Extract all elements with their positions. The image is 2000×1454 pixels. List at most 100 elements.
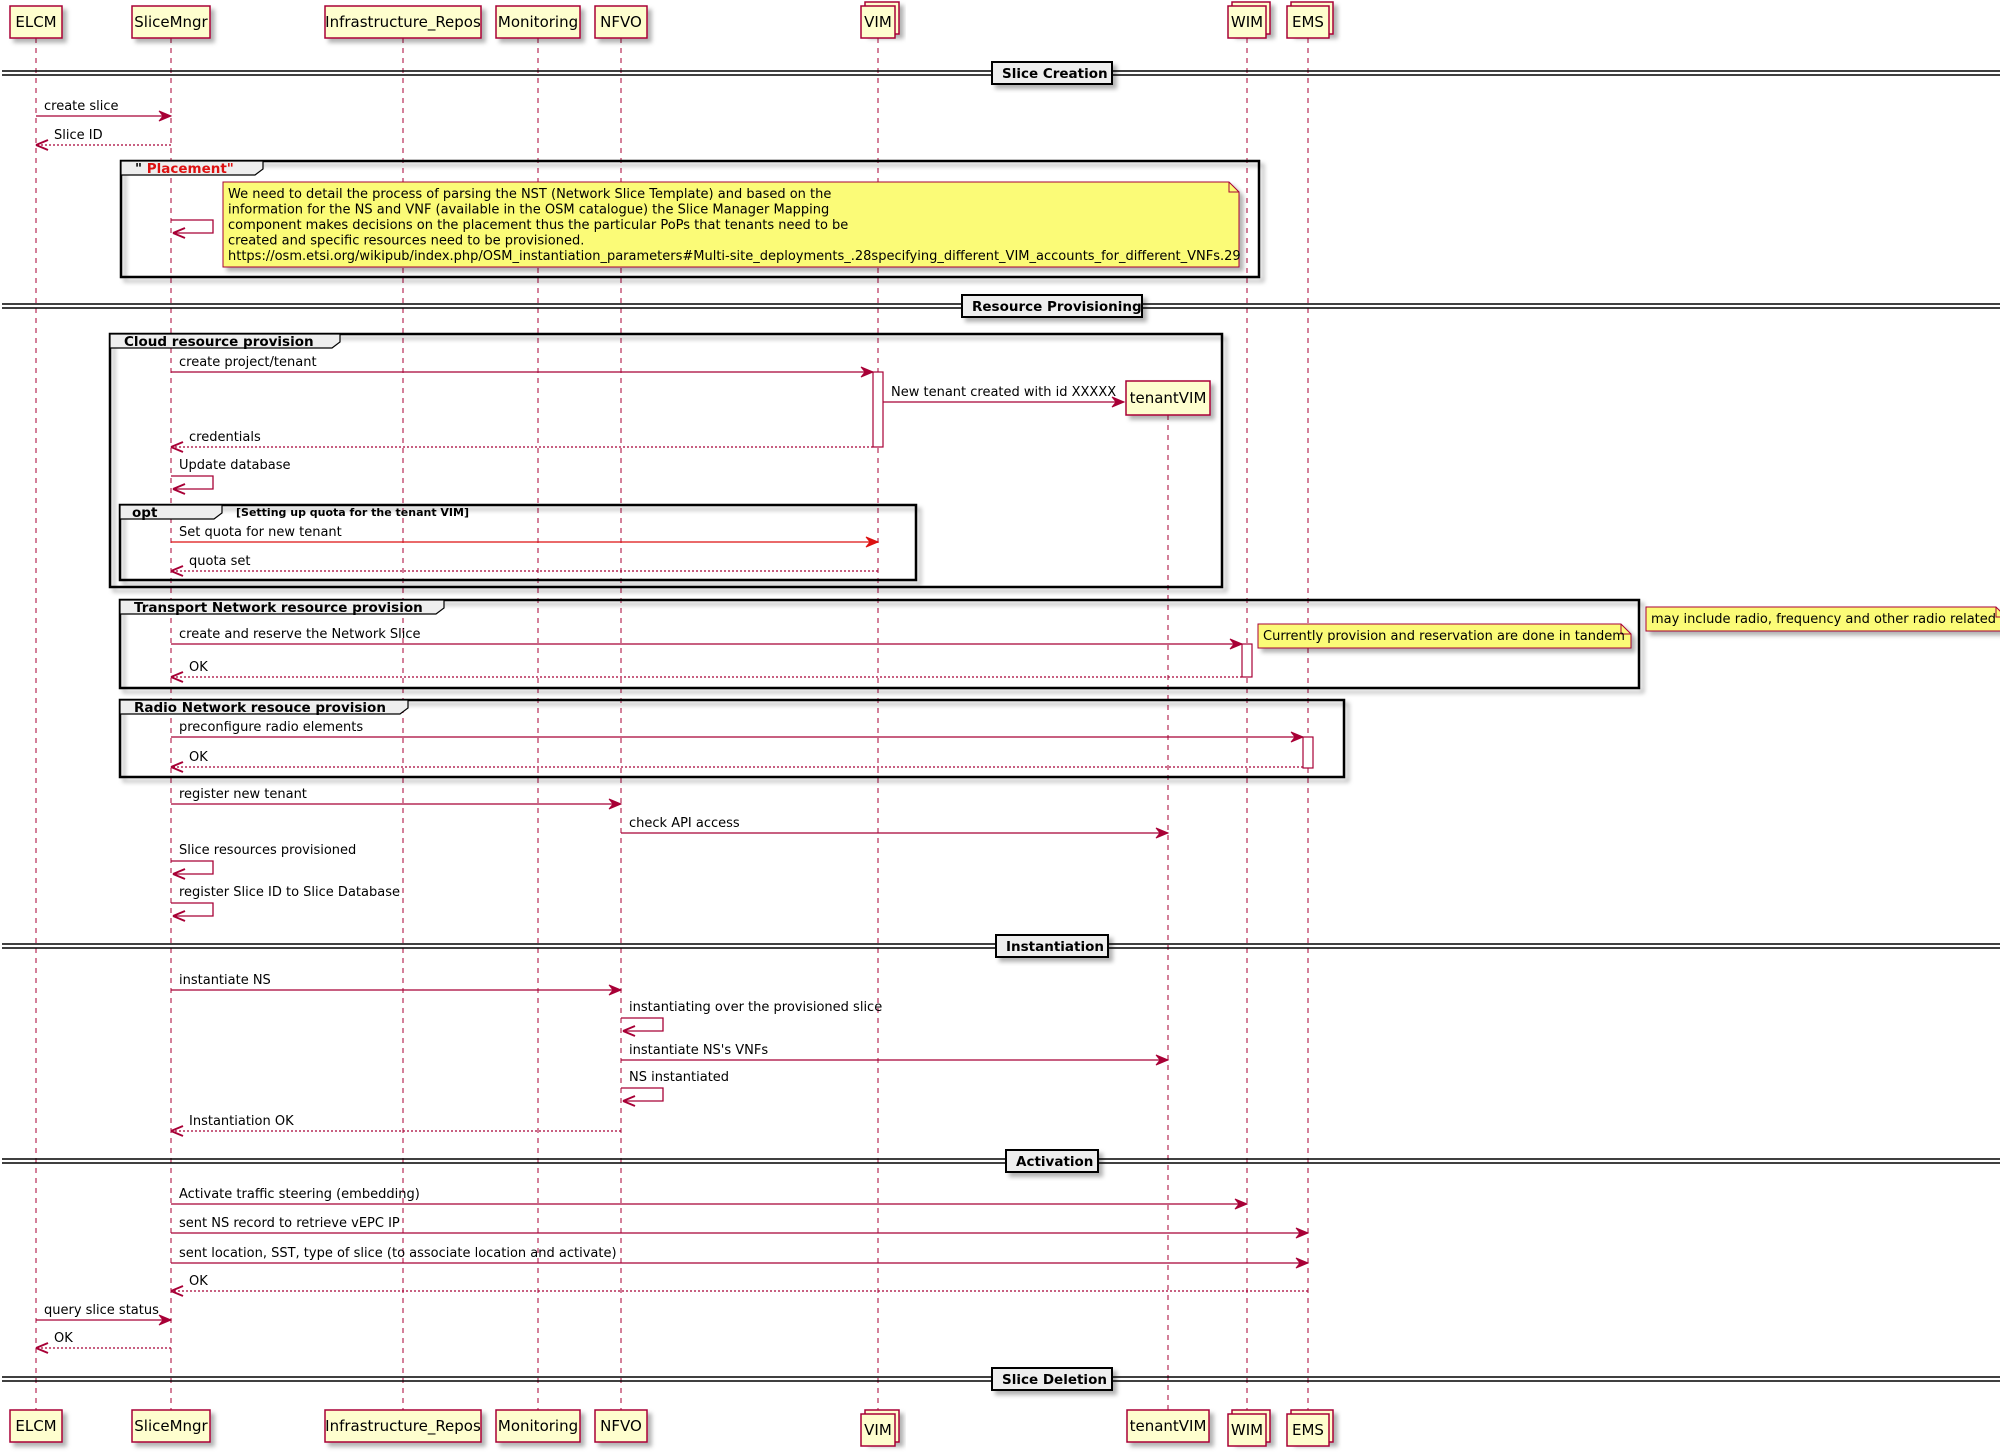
participant-label: Infrastructure_Repos	[325, 13, 481, 32]
message-15: check API access	[621, 816, 1170, 839]
activation-bar	[1302, 736, 1314, 769]
divider-instantiation: Instantiation	[2, 934, 2000, 958]
message-label: create project/tenant	[179, 355, 317, 370]
message-10: create and reserve the Network Slice	[171, 627, 1244, 650]
participant-elcm-bottom[interactable]: ELCM	[9, 1409, 63, 1443]
divider-label: Activation	[1016, 1154, 1093, 1170]
message-19: instantiating over the provisioned slice	[621, 1000, 882, 1037]
note-line: We need to detail the process of parsing…	[228, 187, 831, 202]
message-label: preconfigure radio elements	[179, 720, 363, 735]
note-3: may include radio, frequency and other r…	[1645, 606, 2000, 632]
message-label: credentials	[189, 430, 261, 445]
message-label: register new tenant	[179, 787, 307, 802]
participant-slicemngr-top[interactable]: SliceMngr	[131, 5, 211, 39]
notes: We need to detail the process of parsing…	[222, 181, 2000, 649]
message-21: NS instantiated	[621, 1070, 729, 1107]
message-7: Update database	[171, 458, 290, 495]
message-18: instantiate NS	[171, 973, 623, 996]
note-line: https://osm.etsi.org/wikipub/index.php/O…	[228, 249, 1241, 264]
participant-label: ELCM	[15, 1417, 56, 1435]
message-label: instantiate NS	[179, 973, 271, 988]
message-label: register Slice ID to Slice Database	[179, 885, 400, 900]
group-frame-5: Radio Network resouce provision	[118, 698, 1346, 779]
message-16: Slice resources provisioned	[171, 843, 356, 880]
message-3	[171, 219, 214, 239]
participant-label: Infrastructure_Repos	[325, 1417, 481, 1436]
participant-tenantvim-created[interactable]: tenantVIM	[1125, 380, 1211, 416]
group-condition: [Setting up quota for the tenant VIM]	[236, 506, 469, 519]
divider-label: Slice Creation	[1002, 66, 1108, 82]
message-26: OK	[170, 1274, 1308, 1297]
note-line: information for the NS and VNF (availabl…	[228, 203, 829, 218]
group-title-quote: "	[135, 161, 147, 177]
participant-ems-bottom[interactable]: EMS	[1286, 1409, 1334, 1447]
divider-slice-creation: Slice Creation	[2, 61, 2000, 85]
divider-label: Resource Provisioning	[972, 299, 1142, 315]
participant-label: NFVO	[600, 1417, 642, 1435]
group-title: Transport Network resource provision	[134, 600, 423, 616]
participant-label: SliceMngr	[134, 1417, 208, 1435]
group-title: Cloud resource provision	[124, 334, 314, 350]
message-label: OK	[189, 1274, 208, 1289]
message-label: Set quota for new tenant	[179, 525, 342, 540]
participant-ems-top[interactable]: EMS	[1286, 1, 1334, 39]
arrow-head	[170, 1285, 184, 1297]
message-5: New tenant created with id XXXXX	[883, 385, 1126, 408]
message-label: instantiate NS's VNFs	[629, 1043, 768, 1058]
divider-activation: Activation	[2, 1149, 2000, 1173]
participant-wim-bottom[interactable]: WIM	[1227, 1409, 1271, 1447]
participant-label: tenantVIM	[1130, 389, 1207, 407]
participant-label: VIM	[864, 13, 892, 31]
message-28: OK	[35, 1331, 171, 1354]
message-12: preconfigure radio elements	[171, 720, 1305, 743]
message-25: sent location, SST, type of slice (to as…	[171, 1246, 1310, 1269]
participant-label: EMS	[1292, 1421, 1324, 1439]
message-20: instantiate NS's VNFs	[621, 1043, 1170, 1066]
participant-monitoring-top[interactable]: Monitoring	[495, 5, 581, 39]
message-label: create slice	[44, 99, 119, 114]
message-11: OK	[170, 660, 1242, 683]
participant-vim-bottom[interactable]: VIM	[860, 1409, 900, 1447]
message-6: credentials	[170, 430, 873, 453]
participant-infrastructure_repos-top[interactable]: Infrastructure_Repos	[324, 5, 482, 39]
message-14: register new tenant	[171, 787, 623, 810]
activation-bar	[1241, 643, 1253, 678]
participant-label: VIM	[864, 1421, 892, 1439]
participant-nfvo-top[interactable]: NFVO	[594, 5, 648, 39]
divider-label: Instantiation	[1006, 939, 1104, 955]
message-label: create and reserve the Network Slice	[179, 627, 420, 642]
participant-label: EMS	[1292, 13, 1324, 31]
message-label: sent location, SST, type of slice (to as…	[179, 1246, 617, 1261]
note-line: Currently provision and reservation are …	[1263, 629, 1625, 644]
message-label: OK	[54, 1331, 73, 1346]
participant-slicemngr-bottom[interactable]: SliceMngr	[131, 1409, 211, 1443]
participant-label: NFVO	[600, 13, 642, 31]
participant-wim-top[interactable]: WIM	[1227, 1, 1271, 39]
note-line: may include radio, frequency and other r…	[1651, 612, 2000, 627]
participant-infrastructure_repos-bottom[interactable]: Infrastructure_Repos	[324, 1409, 482, 1443]
participant-vim-top[interactable]: VIM	[860, 1, 900, 39]
message-24: sent NS record to retrieve vEPC IP	[171, 1216, 1310, 1239]
participant-elcm-top[interactable]: ELCM	[9, 5, 63, 39]
group-title: opt	[132, 505, 158, 521]
message-label: query slice status	[44, 1303, 159, 1318]
participant-label: ELCM	[15, 13, 56, 31]
participant-label: tenantVIM	[1130, 1417, 1207, 1435]
message-label: OK	[189, 660, 208, 675]
participant-tenantvim-bottom[interactable]: tenantVIM	[1126, 1409, 1210, 1443]
message-label: Slice resources provisioned	[179, 843, 356, 858]
message-4: create project/tenant	[171, 355, 875, 378]
message-label: Activate traffic steering (embedding)	[179, 1187, 420, 1202]
message-label: check API access	[629, 816, 740, 831]
participant-monitoring-bottom[interactable]: Monitoring	[495, 1409, 581, 1443]
message-8: Set quota for new tenant	[171, 525, 880, 548]
group-title: Radio Network resouce provision	[134, 700, 386, 716]
message-22: Instantiation OK	[170, 1114, 621, 1137]
sequence-diagram: Slice Creation Resource Provisioning Insta…	[2, 1, 2000, 1447]
message-13: OK	[170, 750, 1303, 773]
activation-bar	[872, 371, 884, 448]
message-label: sent NS record to retrieve vEPC IP	[179, 1216, 400, 1231]
participant-label: Monitoring	[498, 13, 578, 31]
participant-nfvo-bottom[interactable]: NFVO	[594, 1409, 648, 1443]
note-1: We need to detail the process of parsing…	[222, 181, 1241, 268]
